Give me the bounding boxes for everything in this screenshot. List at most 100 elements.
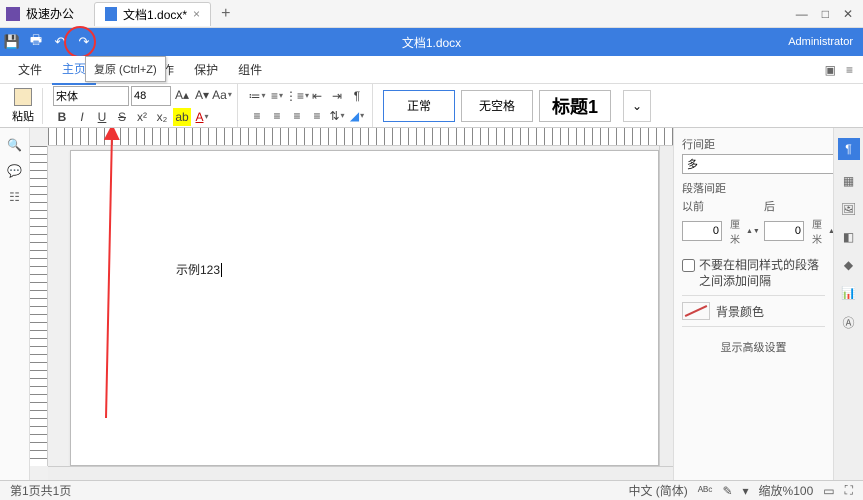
app-logo-icon — [6, 7, 20, 21]
undo-tooltip: 复原 (Ctrl+Z) — [85, 56, 166, 82]
horizontal-ruler[interactable] — [48, 128, 673, 146]
tab-title: 文档1.docx* — [123, 6, 187, 23]
status-bar: 第1页共1页 中文 (简体) ᴬᴮᶜ ✎ ▾ 缩放%100 ▭ ⛶ — [0, 480, 863, 500]
increase-font-icon[interactable]: A▴ — [173, 86, 191, 104]
align-left-icon[interactable]: ≡ — [248, 107, 266, 125]
comments-icon[interactable]: 💬 — [7, 164, 22, 178]
document-title: 文档1.docx — [402, 34, 461, 51]
bold-icon[interactable]: B — [53, 108, 71, 126]
paste-icon[interactable] — [14, 88, 32, 106]
headings-icon[interactable]: ☷ — [9, 190, 20, 204]
title-bar: 极速办公 文档1.docx* × + — □ ✕ — [0, 0, 863, 28]
text-cursor — [220, 263, 222, 277]
maximize-button[interactable]: □ — [822, 7, 829, 21]
same-style-checkbox[interactable]: 不要在相同样式的段落之间添加间隔 — [682, 258, 825, 289]
shading-icon[interactable]: ◢▾ — [348, 107, 366, 125]
style-normal[interactable]: 正常 — [383, 90, 455, 122]
ribbon: 粘贴 A▴ A▾ Aa▾ B I U S x² x₂ ab A▾ — [0, 84, 863, 128]
divider — [682, 295, 825, 296]
spinner-icon[interactable]: ▲▼ — [746, 228, 758, 235]
bgcolor-swatch[interactable] — [682, 302, 710, 320]
advanced-link[interactable]: 显示高级设置 — [682, 333, 825, 361]
paragraph-settings-icon[interactable]: ¶ — [838, 138, 860, 160]
redo-icon[interactable]: ↷ — [72, 34, 96, 50]
track-changes-icon[interactable]: ✎ — [722, 484, 732, 498]
align-center-icon[interactable]: ≡ — [268, 107, 286, 125]
divider — [682, 326, 825, 327]
document-page[interactable]: 示例123 — [70, 150, 659, 466]
linespacing-label: 行间距 — [682, 136, 825, 152]
paragraph-panel: 行间距 ▲▼ 段落间距 以前 厘米▲▼ 后 厘米▲▼ 不要在相同样式的段落之间添… — [673, 128, 833, 480]
save-icon[interactable]: 💾 — [0, 34, 24, 50]
italic-icon[interactable]: I — [73, 108, 91, 126]
zoom-status[interactable]: 缩放%100 — [759, 482, 814, 499]
track-dropdown-icon[interactable]: ▾ — [743, 484, 749, 498]
open-file-icon[interactable]: ▣ — [825, 63, 836, 77]
menu-more-icon[interactable]: ≡ — [846, 63, 853, 77]
paraspacing-label: 段落间距 — [682, 180, 825, 196]
workspace: 🔍 💬 ☷ 示例123 行间距 ▲▼ 段落间距 以前 厘米▲▼ 后 — [0, 128, 863, 480]
style-heading1[interactable]: 标题1 — [539, 90, 611, 122]
user-name: Administrator — [788, 36, 853, 48]
style-nospace[interactable]: 无空格 — [461, 90, 533, 122]
editor-area: 示例123 — [30, 128, 673, 480]
change-case-icon[interactable]: Aa▾ — [213, 86, 231, 104]
strikethrough-icon[interactable]: S — [113, 108, 131, 126]
decrease-font-icon[interactable]: A▾ — [193, 86, 211, 104]
subscript-icon[interactable]: x₂ — [153, 108, 171, 126]
horizontal-scrollbar[interactable] — [48, 466, 673, 480]
document-tab[interactable]: 文档1.docx* × — [94, 2, 211, 26]
document-body[interactable]: 示例123 — [176, 241, 222, 283]
checkbox-input[interactable] — [682, 259, 695, 272]
multilevel-icon[interactable]: ⋮≡▾ — [288, 87, 306, 105]
language-status[interactable]: 中文 (简体) — [628, 482, 687, 499]
menu-bar: 文件 主页 复原 (Ctrl+Z) 参考 协作 保护 组件 ▣ ≡ — [0, 56, 863, 84]
menu-component[interactable]: 组件 — [228, 55, 272, 84]
font-color-icon[interactable]: A▾ — [193, 108, 211, 126]
line-spacing-icon[interactable]: ⇅▾ — [328, 107, 346, 125]
linespacing-select[interactable] — [682, 154, 834, 174]
justify-icon[interactable]: ≡ — [308, 107, 326, 125]
fit-width-icon[interactable]: ⛶ — [845, 483, 853, 498]
decrease-indent-icon[interactable]: ⇤ — [308, 87, 326, 105]
shape-icon[interactable]: ◆ — [844, 258, 853, 272]
table-icon[interactable]: ▦ — [843, 174, 854, 188]
paragraph-group: ≔▾ ≡▾ ⋮≡▾ ⇤ ⇥ ¶ ≡ ≡ ≡ ≡ ⇅▾ ◢▾ — [242, 84, 373, 127]
menu-protect[interactable]: 保护 — [184, 55, 228, 84]
tab-strip: 文档1.docx* × + — [94, 2, 230, 26]
superscript-icon[interactable]: x² — [133, 108, 151, 126]
font-group: A▴ A▾ Aa▾ B I U S x² x₂ ab A▾ — [47, 84, 238, 127]
font-size-select[interactable] — [131, 86, 171, 106]
header-footer-icon[interactable]: ◧ — [843, 230, 854, 244]
new-tab-button[interactable]: + — [221, 5, 230, 23]
spellcheck-icon[interactable]: ᴬᴮᶜ — [698, 484, 713, 498]
bullets-icon[interactable]: ≔▾ — [248, 87, 266, 105]
vertical-ruler[interactable] — [30, 146, 48, 466]
undo-icon[interactable]: ↶ — [48, 34, 72, 50]
after-input[interactable] — [764, 221, 804, 241]
right-toolbar: ¶ ▦ 🖼 ◧ ◆ 📊 Ⓐ — [833, 128, 863, 480]
before-input[interactable] — [682, 221, 722, 241]
show-marks-icon[interactable]: ¶ — [348, 87, 366, 105]
paste-label[interactable]: 粘贴 — [12, 108, 34, 124]
left-toolbar: 🔍 💬 ☷ — [0, 128, 30, 480]
search-icon[interactable]: 🔍 — [7, 138, 22, 152]
print-icon[interactable]: 🖶 — [24, 31, 48, 53]
increase-indent-icon[interactable]: ⇥ — [328, 87, 346, 105]
paste-group: 粘贴 — [4, 88, 43, 124]
textart-icon[interactable]: Ⓐ — [842, 314, 854, 331]
highlight-icon[interactable]: ab — [173, 108, 191, 126]
numbering-icon[interactable]: ≡▾ — [268, 87, 286, 105]
font-name-select[interactable] — [53, 86, 129, 106]
styles-more-button[interactable]: ⌄ — [623, 90, 651, 122]
minimize-button[interactable]: — — [796, 7, 808, 21]
close-button[interactable]: ✕ — [843, 7, 853, 21]
align-right-icon[interactable]: ≡ — [288, 107, 306, 125]
image-icon[interactable]: 🖼 — [841, 202, 856, 216]
fit-page-icon[interactable]: ▭ — [823, 484, 834, 498]
underline-icon[interactable]: U — [93, 108, 111, 126]
menu-file[interactable]: 文件 — [8, 55, 52, 84]
vertical-scrollbar[interactable] — [659, 146, 673, 466]
tab-close-icon[interactable]: × — [193, 7, 200, 21]
chart-icon[interactable]: 📊 — [841, 286, 856, 300]
